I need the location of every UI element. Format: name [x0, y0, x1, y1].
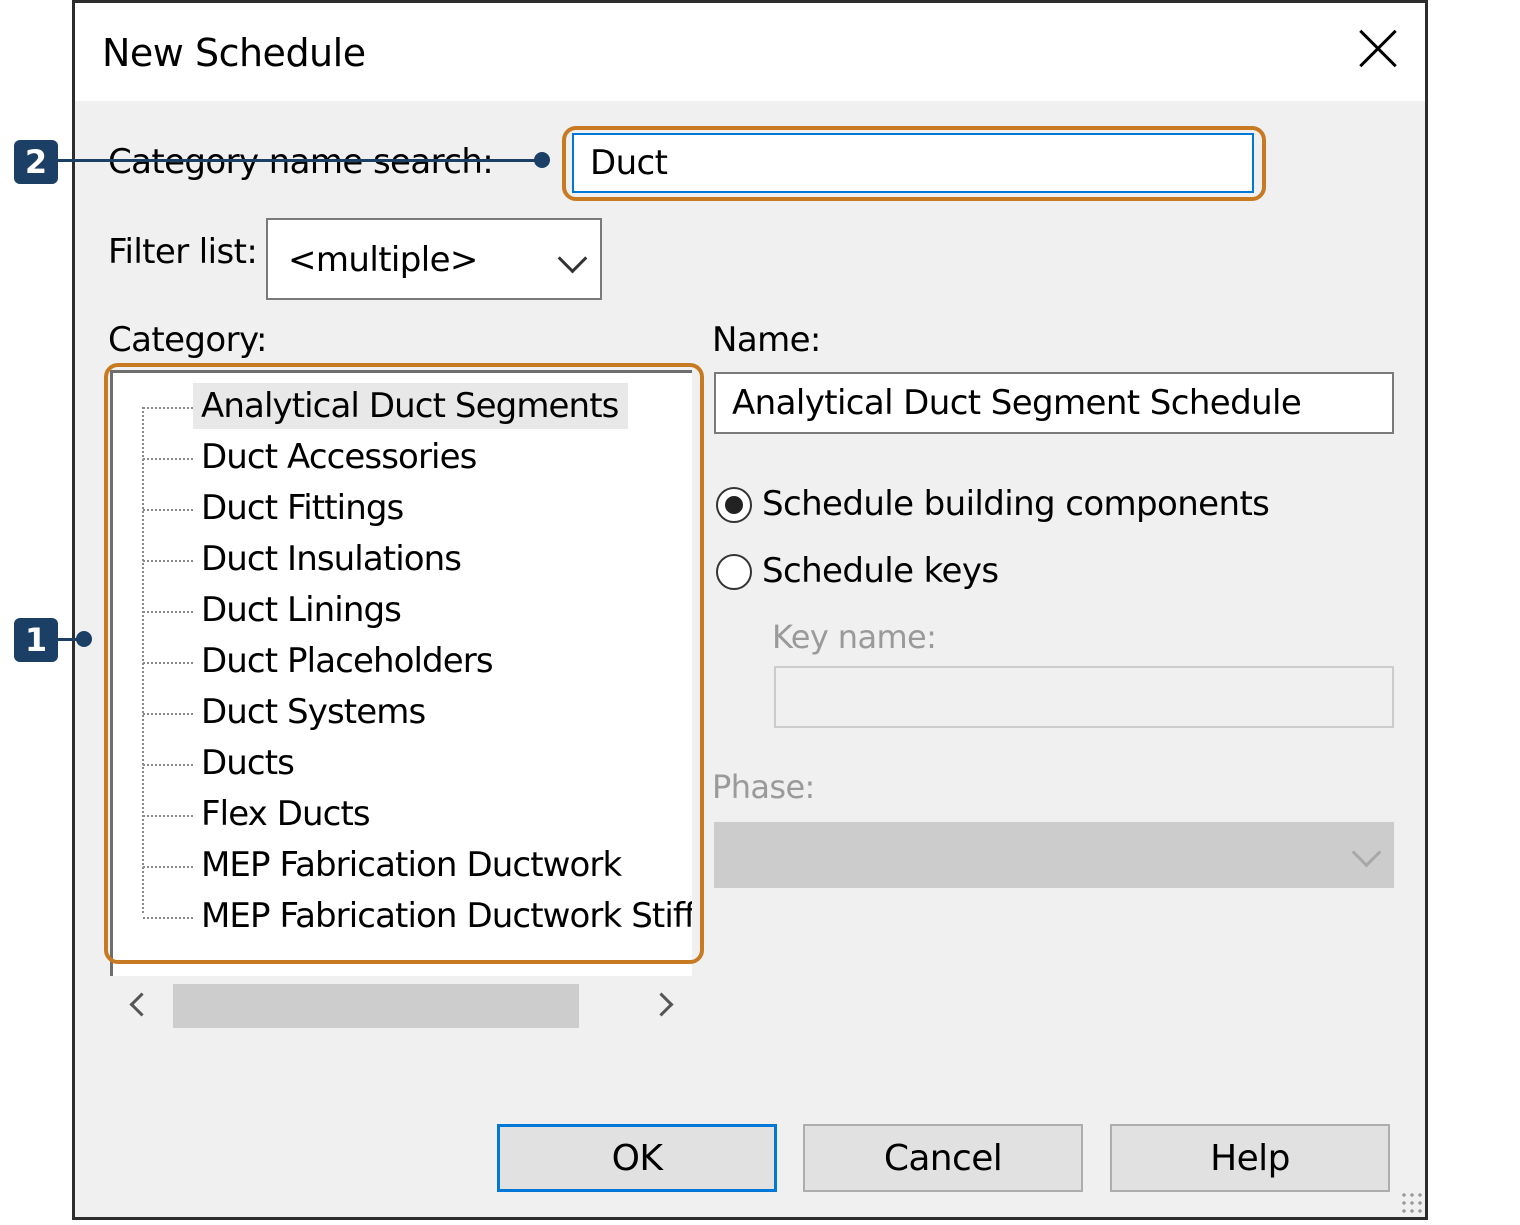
scroll-right-icon[interactable]	[649, 992, 674, 1017]
schedule-keys-label: Schedule keys	[762, 551, 999, 591]
cancel-button[interactable]: Cancel	[803, 1124, 1083, 1192]
category-highlight-box	[104, 363, 704, 964]
filter-list-dropdown[interactable]: <multiple>	[266, 218, 602, 300]
category-label: Category:	[108, 320, 267, 360]
callout-badge-1: 1	[14, 618, 58, 662]
category-search-label: Category name search:	[108, 142, 494, 182]
close-icon[interactable]	[1357, 29, 1397, 69]
horizontal-scrollbar[interactable]	[113, 978, 692, 1034]
chevron-down-icon	[557, 243, 588, 274]
scroll-left-icon[interactable]	[129, 992, 154, 1017]
callout-dot-2	[534, 152, 550, 168]
callout-badge-2: 2	[14, 140, 58, 184]
help-button[interactable]: Help	[1110, 1124, 1390, 1192]
scroll-thumb[interactable]	[173, 984, 579, 1028]
dialog-title: New Schedule	[102, 31, 366, 75]
search-highlight-box	[562, 126, 1266, 201]
key-name-input	[774, 666, 1394, 728]
name-label: Name:	[712, 320, 821, 360]
filter-list-value: <multiple>	[288, 240, 478, 280]
ok-button[interactable]: OK	[497, 1124, 777, 1192]
chevron-down-icon	[1351, 837, 1382, 868]
phase-label: Phase:	[712, 768, 815, 806]
title-bar: New Schedule	[75, 3, 1425, 101]
resize-grip-icon[interactable]	[1400, 1191, 1424, 1215]
callout-leader-2	[58, 159, 542, 162]
callout-dot-1	[76, 631, 92, 647]
key-name-label: Key name:	[772, 618, 937, 656]
phase-dropdown	[714, 822, 1394, 888]
name-value: Analytical Duct Segment Schedule	[732, 383, 1302, 423]
radio-schedule-keys[interactable]	[716, 554, 752, 590]
building-components-label: Schedule building components	[762, 484, 1270, 524]
filter-list-label: Filter list:	[108, 232, 258, 272]
name-input[interactable]: Analytical Duct Segment Schedule	[714, 372, 1394, 434]
radio-building-components[interactable]	[716, 487, 752, 523]
